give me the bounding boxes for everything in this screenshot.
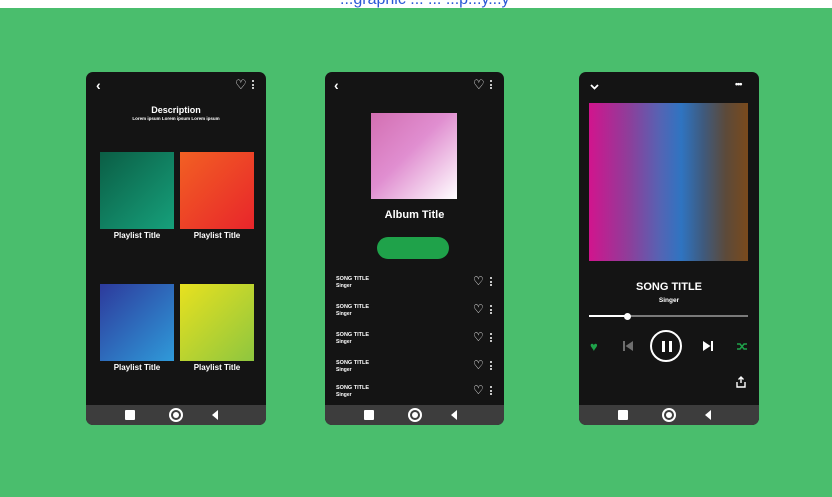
- song-title: SONG TITLE: [336, 360, 369, 366]
- shuffle-icon[interactable]: [736, 342, 748, 351]
- progress-fill: [589, 315, 628, 317]
- song-row[interactable]: SONG TITLE Singer ♡: [325, 359, 504, 384]
- android-nav-bar: [325, 405, 504, 425]
- previous-icon[interactable]: [622, 340, 634, 352]
- next-icon[interactable]: [702, 340, 714, 352]
- more-vertical-icon[interactable]: [490, 305, 492, 316]
- android-nav-bar: [579, 405, 759, 425]
- phone-playlists-screen: ‹ ♡ Description Lorem ipsum Lorem ipsum …: [86, 72, 266, 425]
- playlist-cover-4[interactable]: [180, 284, 254, 361]
- description-subtitle: Lorem ipsum Lorem ipsum Lorem ipsum: [132, 116, 220, 121]
- playlist-cover-3[interactable]: [100, 284, 174, 361]
- heart-icon[interactable]: ♡: [473, 384, 484, 396]
- playlist-cover-1[interactable]: [100, 152, 174, 229]
- now-playing-singer: Singer: [658, 297, 680, 304]
- heart-icon[interactable]: ♡: [473, 303, 484, 315]
- more-vertical-icon[interactable]: [490, 333, 492, 344]
- pause-button[interactable]: [650, 330, 682, 362]
- song-title: SONG TITLE: [336, 332, 369, 338]
- more-vertical-icon[interactable]: [490, 277, 492, 288]
- play-button[interactable]: [377, 237, 449, 259]
- share-icon[interactable]: [736, 376, 746, 388]
- phone-player-screen: ••• SONG TITLE Singer ♥: [579, 72, 759, 425]
- song-title: SONG TITLE: [336, 385, 369, 391]
- song-singer: Singer: [336, 283, 352, 289]
- more-vertical-icon[interactable]: [490, 386, 492, 397]
- heart-filled-icon[interactable]: ♥: [590, 340, 598, 353]
- recents-icon[interactable]: [364, 410, 374, 420]
- android-nav-bar: [86, 405, 266, 425]
- song-row[interactable]: SONG TITLE Singer ♡: [325, 303, 504, 328]
- now-playing-title: SONG TITLE: [636, 281, 702, 293]
- song-row[interactable]: SONG TITLE Singer ♡: [325, 275, 504, 300]
- heart-icon[interactable]: ♡: [473, 331, 484, 343]
- song-singer: Singer: [336, 367, 352, 373]
- home-icon[interactable]: [662, 408, 676, 422]
- song-title: SONG TITLE: [336, 276, 369, 282]
- nav-back-icon[interactable]: [212, 410, 218, 420]
- progress-knob[interactable]: [623, 312, 631, 320]
- more-vertical-icon[interactable]: [490, 80, 492, 91]
- banner-text: ...graphic ... ... ...p...y...y: [340, 0, 510, 9]
- more-horizontal-icon[interactable]: •••: [735, 79, 743, 89]
- back-icon[interactable]: ‹: [334, 78, 339, 92]
- heart-icon[interactable]: ♡: [473, 78, 485, 91]
- now-playing-cover: [589, 103, 748, 261]
- more-vertical-icon[interactable]: [252, 80, 254, 91]
- nav-back-icon[interactable]: [451, 410, 457, 420]
- song-singer: Singer: [336, 311, 352, 317]
- back-icon[interactable]: ‹: [96, 78, 101, 92]
- playlist-title-1[interactable]: Playlist Title: [97, 231, 177, 240]
- heart-icon[interactable]: ♡: [473, 275, 484, 287]
- playlist-cover-2[interactable]: [180, 152, 254, 229]
- chevron-down-icon[interactable]: [590, 84, 599, 90]
- more-vertical-icon[interactable]: [490, 361, 492, 372]
- album-cover: [371, 113, 457, 199]
- song-singer: Singer: [336, 339, 352, 345]
- recents-icon[interactable]: [125, 410, 135, 420]
- recents-icon[interactable]: [618, 410, 628, 420]
- top-banner-strip: ...graphic ... ... ...p...y...y: [0, 0, 832, 8]
- album-title: Album Title: [384, 209, 445, 221]
- song-row[interactable]: SONG TITLE Singer ♡: [325, 331, 504, 356]
- description-title: Description: [151, 105, 201, 115]
- heart-icon[interactable]: ♡: [235, 78, 247, 91]
- playlist-title-3[interactable]: Playlist Title: [97, 363, 177, 372]
- nav-back-icon[interactable]: [705, 410, 711, 420]
- playlist-title-4[interactable]: Playlist Title: [177, 363, 257, 372]
- home-icon[interactable]: [169, 408, 183, 422]
- song-title: SONG TITLE: [336, 304, 369, 310]
- phone-album-screen: ‹ ♡ Album Title SONG TITLE Singer ♡ SONG…: [325, 72, 504, 425]
- playlist-title-2[interactable]: Playlist Title: [177, 231, 257, 240]
- song-singer: Singer: [336, 392, 352, 398]
- home-icon[interactable]: [408, 408, 422, 422]
- heart-icon[interactable]: ♡: [473, 359, 484, 371]
